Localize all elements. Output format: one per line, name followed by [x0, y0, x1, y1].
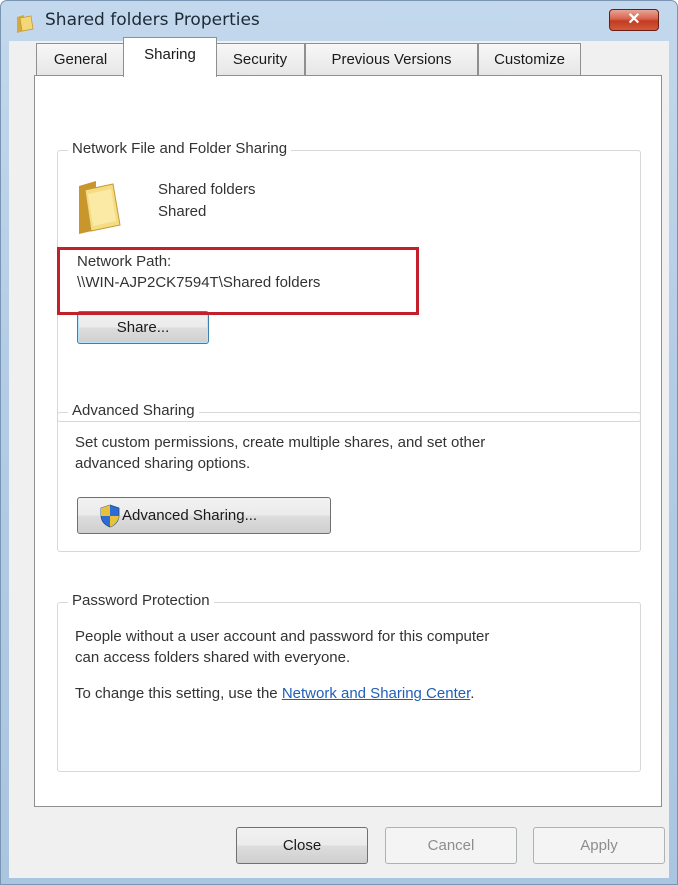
share-status: Shared: [158, 203, 207, 220]
tab-general[interactable]: General: [36, 43, 125, 76]
password-protection-description-2: can access folders shared with everyone.: [75, 649, 351, 666]
close-button-label: Close: [282, 837, 322, 854]
tab-label: Security: [232, 51, 288, 68]
advanced-sharing-group: Advanced Sharing Set custom permissions,…: [57, 402, 641, 552]
tab-customize[interactable]: Customize: [478, 43, 581, 76]
tab-label: Previous Versions: [331, 51, 452, 68]
password-protection-legend: Password Protection: [68, 592, 214, 609]
share-button-label: Share...: [116, 319, 170, 336]
advanced-sharing-description-2: advanced sharing options.: [75, 455, 251, 472]
close-button[interactable]: Close: [236, 827, 368, 864]
window-title: Shared folders Properties: [45, 10, 260, 30]
tab-sharing[interactable]: Sharing: [123, 37, 217, 77]
folder-icon: [15, 12, 37, 39]
cancel-button[interactable]: Cancel: [385, 827, 517, 864]
folder-icon: [76, 178, 124, 241]
tab-label: General: [53, 51, 108, 68]
cancel-button-label: Cancel: [427, 837, 475, 854]
close-icon: ✕: [627, 11, 641, 28]
change-setting-text: To change this setting, use the Network …: [75, 685, 474, 702]
network-path-highlight: [57, 247, 419, 315]
apply-button-label: Apply: [580, 837, 618, 854]
title-bar[interactable]: Shared folders Properties ✕: [1, 1, 677, 41]
tab-label: Sharing: [144, 46, 196, 63]
sharing-tab-panel: Network File and Folder Sharing Shared f…: [34, 75, 662, 807]
share-button[interactable]: Share...: [77, 311, 209, 344]
close-window-button[interactable]: ✕: [609, 9, 659, 31]
network-sharing-center-link[interactable]: Network and Sharing Center: [282, 685, 470, 702]
uac-shield-icon: [99, 504, 121, 541]
tab-security[interactable]: Security: [215, 43, 305, 76]
folder-name: Shared folders: [158, 181, 256, 198]
advanced-sharing-description-1: Set custom permissions, create multiple …: [75, 434, 486, 451]
password-protection-description-1: People without a user account and passwo…: [75, 628, 490, 645]
advanced-sharing-button-label: Advanced Sharing...: [122, 507, 258, 524]
properties-window: Shared folders Properties ✕ General Shar…: [0, 0, 678, 885]
change-setting-prefix: To change this setting, use the: [75, 685, 282, 702]
advanced-sharing-button[interactable]: Advanced Sharing...: [77, 497, 331, 534]
network-sharing-legend: Network File and Folder Sharing: [68, 140, 292, 157]
tab-previous-versions[interactable]: Previous Versions: [305, 43, 478, 76]
tab-label: Customize: [494, 51, 565, 68]
advanced-sharing-legend: Advanced Sharing: [68, 402, 199, 419]
password-protection-group: Password Protection People without a use…: [57, 592, 641, 772]
apply-button[interactable]: Apply: [533, 827, 665, 864]
change-setting-suffix: .: [470, 685, 475, 702]
